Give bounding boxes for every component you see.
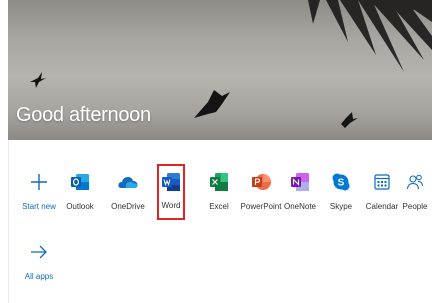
powerpoint-icon: [252, 174, 271, 190]
app-tile-all-apps[interactable]: All apps: [19, 234, 59, 294]
app-label: Calendar: [365, 202, 399, 211]
onedrive-icon: [118, 177, 138, 188]
app-tile-onenote[interactable]: OneNote: [280, 164, 320, 224]
people-icon: [406, 174, 423, 190]
app-tile-powerpoint[interactable]: PowerPoint: [238, 164, 284, 224]
plus-icon: [31, 174, 47, 190]
app-tile-excel[interactable]: Excel: [199, 164, 239, 224]
app-tile-skype[interactable]: S Skype: [321, 164, 361, 224]
arrow-right-icon: [31, 245, 47, 259]
app-label: PowerPoint: [240, 202, 282, 211]
svg-text:S: S: [338, 178, 345, 189]
calendar-icon: [374, 174, 390, 190]
app-tile-onedrive[interactable]: OneDrive: [108, 164, 148, 224]
app-tile-people[interactable]: People: [395, 164, 432, 224]
word-icon: [162, 173, 180, 191]
greeting-title: Good afternoon: [16, 104, 151, 126]
app-label: Skype: [329, 202, 353, 211]
app-launcher: Start new Outlook OneDrive Word Excel Po…: [8, 140, 432, 303]
skype-icon: S: [332, 173, 350, 191]
app-tile-word[interactable]: Word: [157, 164, 185, 220]
app-label: All apps: [24, 272, 54, 281]
onenote-icon: [291, 173, 309, 191]
app-label: People: [402, 202, 428, 211]
excel-icon: [210, 173, 228, 191]
app-label: Excel: [209, 202, 229, 211]
app-label: OneDrive: [111, 202, 145, 211]
app-label: Word: [161, 201, 181, 210]
hero-banner: Good afternoon: [8, 0, 432, 140]
app-tile-outlook[interactable]: Outlook: [60, 164, 100, 224]
app-label: OneNote: [283, 202, 317, 211]
outlook-icon: [71, 174, 89, 190]
app-label: Start new: [22, 202, 56, 211]
app-tile-start-new[interactable]: Start new: [19, 164, 59, 224]
app-label: Outlook: [66, 202, 94, 211]
